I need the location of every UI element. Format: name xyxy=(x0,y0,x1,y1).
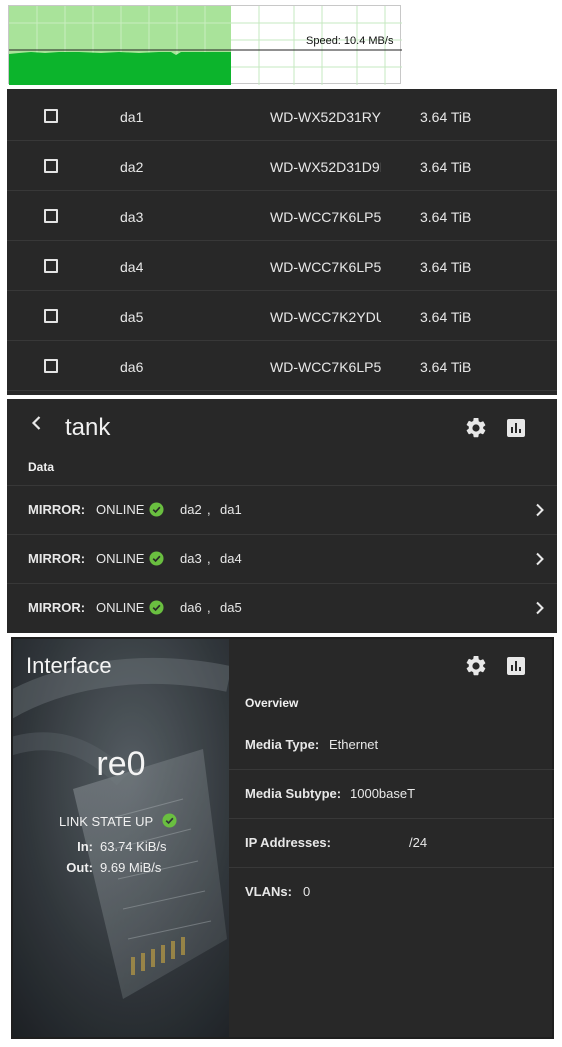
disk-checkbox[interactable] xyxy=(44,359,58,373)
bar-chart-icon[interactable] xyxy=(504,416,528,440)
traffic-in-value: 63.74 KiB/s xyxy=(100,839,167,854)
bar-chart-icon[interactable] xyxy=(504,654,528,678)
disk-serial: WD-WX52D31RY1 xyxy=(270,109,381,125)
vdev-disk: da3 xyxy=(180,551,202,566)
link-state: LINK STATE UP xyxy=(59,814,154,829)
disk-serial: WD-WCC7K2YDUI xyxy=(270,309,381,325)
property-value: 1000baseT xyxy=(350,786,416,801)
property-row-media-type: Media Type: Ethernet xyxy=(229,721,554,770)
vdev-row[interactable]: MIRROR: ONLINE da3 , da4 xyxy=(7,534,557,583)
disk-size: 3.64 TiB xyxy=(420,359,472,375)
disk-row[interactable]: da6 WD-WCC7K6LP5U 3.64 TiB xyxy=(7,341,557,391)
disk-size: 3.64 TiB xyxy=(420,159,472,175)
pool-panel: tank Data MIRROR: ONLINE da2 , da1 MIRRO… xyxy=(7,399,557,633)
pool-section-label: Data xyxy=(28,460,55,474)
vdev-row[interactable]: MIRROR: ONLINE da6 , da5 xyxy=(7,583,557,632)
disk-row[interactable]: da5 WD-WCC7K2YDUI 3.64 TiB xyxy=(7,291,557,341)
disk-name: da5 xyxy=(120,309,144,325)
disk-checkbox[interactable] xyxy=(44,259,58,273)
vdev-disk-separator: , xyxy=(207,600,211,615)
disk-serial: WD-WX52D31D9F xyxy=(270,159,381,175)
chevron-right-icon[interactable] xyxy=(533,552,547,566)
vdev-type: MIRROR: xyxy=(28,551,86,566)
disk-serial: WD-WCC7K6LP5T xyxy=(270,209,381,225)
check-circle-icon xyxy=(149,551,164,566)
disk-name: da6 xyxy=(120,359,144,375)
disk-checkbox[interactable] xyxy=(44,209,58,223)
vdev-disk-separator: , xyxy=(207,502,211,517)
vdev-disk-separator: , xyxy=(207,551,211,566)
disk-checkbox[interactable] xyxy=(44,109,58,123)
vdev-status: ONLINE xyxy=(96,600,145,615)
chevron-right-icon[interactable] xyxy=(533,601,547,615)
vdev-status: ONLINE xyxy=(96,502,145,517)
disk-table: da1 WD-WX52D31RY1 3.64 TiB da2 WD-WX52D3… xyxy=(7,89,557,395)
traffic-in-label: In: xyxy=(77,839,93,854)
check-circle-icon xyxy=(162,813,177,828)
overview-label: Overview xyxy=(245,696,299,710)
disk-name: da3 xyxy=(120,209,144,225)
property-value: /24 xyxy=(409,835,428,850)
vdev-type: MIRROR: xyxy=(28,600,86,615)
ethernet-plug-illustration xyxy=(13,639,229,1037)
property-value: 0 xyxy=(303,884,311,899)
interface-card-title: Interface xyxy=(26,653,112,678)
check-circle-icon xyxy=(149,502,164,517)
ethernet-cable-image: Interface re0 LINK STATE UP In: 63.74 Ki… xyxy=(13,639,229,1037)
traffic-out-value: 9.69 MiB/s xyxy=(100,860,162,875)
vdev-disk: da2 xyxy=(180,502,202,517)
disk-size: 3.64 TiB xyxy=(420,209,472,225)
interface-card: Interface re0 LINK STATE UP In: 63.74 Ki… xyxy=(11,637,554,1039)
disk-size: 3.64 TiB xyxy=(420,309,472,325)
vdev-disk: da5 xyxy=(220,600,242,615)
disk-checkbox[interactable] xyxy=(44,309,58,323)
property-row-ip-addresses: IP Addresses: /24 xyxy=(229,819,554,868)
vdev-disk: da6 xyxy=(180,600,202,615)
property-label: Media Type: xyxy=(245,737,320,752)
disk-serial: WD-WCC7K6LP5U xyxy=(270,359,381,375)
property-row-media-subtype: Media Subtype: 1000baseT xyxy=(229,770,554,819)
disk-name: da2 xyxy=(120,159,144,175)
disk-name: da4 xyxy=(120,259,144,275)
property-label: Media Subtype: xyxy=(245,786,342,801)
vdev-type: MIRROR: xyxy=(28,502,86,517)
vdev-row[interactable]: MIRROR: ONLINE da2 , da1 xyxy=(7,485,557,534)
disk-row[interactable]: da3 WD-WCC7K6LP5T 3.64 TiB xyxy=(7,191,557,241)
graph-speed-area xyxy=(9,52,231,85)
traffic-out-label: Out: xyxy=(66,860,93,875)
disk-name: da1 xyxy=(120,109,144,125)
disk-row[interactable]: da1 WD-WX52D31RY1 3.64 TiB xyxy=(7,91,557,141)
gear-icon[interactable] xyxy=(464,654,488,678)
interface-name: re0 xyxy=(96,745,146,783)
property-value: Ethernet xyxy=(329,737,379,752)
vdev-disk: da4 xyxy=(220,551,242,566)
disk-checkbox[interactable] xyxy=(44,159,58,173)
property-label: IP Addresses: xyxy=(245,835,331,850)
property-label: VLANs: xyxy=(245,884,292,899)
disk-serial: WD-WCC7K6LP5K xyxy=(270,259,381,275)
disk-row[interactable]: da4 WD-WCC7K6LP5K 3.64 TiB xyxy=(7,241,557,291)
chevron-right-icon[interactable] xyxy=(533,503,547,517)
speed-label: Speed: 10.4 MB/s xyxy=(306,35,394,47)
property-row-vlans: VLANs: 0 xyxy=(229,868,554,917)
speed-graph: Speed: 10.4 MB/s xyxy=(8,5,402,85)
vdev-status: ONLINE xyxy=(96,551,145,566)
disk-row[interactable]: da2 WD-WX52D31D9F 3.64 TiB xyxy=(7,141,557,191)
pool-title: tank xyxy=(65,414,111,441)
gear-icon[interactable] xyxy=(464,416,488,440)
disk-size: 3.64 TiB xyxy=(420,259,472,275)
disk-size: 3.64 TiB xyxy=(420,109,472,125)
chevron-left-icon[interactable] xyxy=(27,413,47,433)
vdev-disk: da1 xyxy=(220,502,242,517)
check-circle-icon xyxy=(149,600,164,615)
